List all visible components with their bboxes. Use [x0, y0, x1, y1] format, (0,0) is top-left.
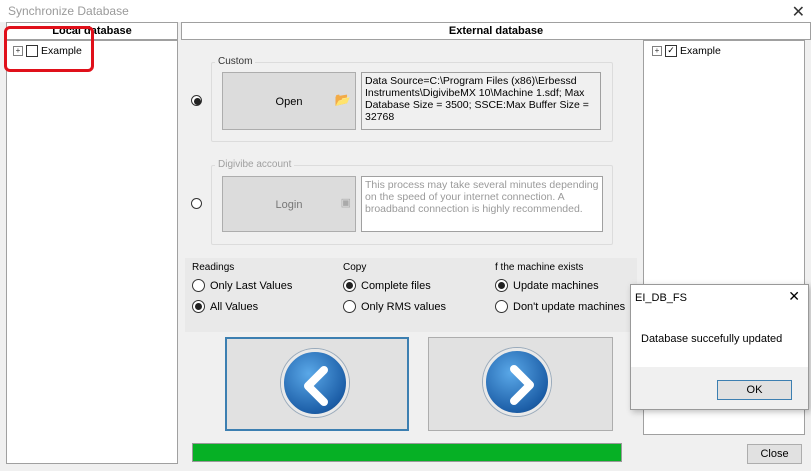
folder-icon: 📂 [334, 92, 351, 107]
window-title: Synchronize Database [8, 4, 129, 18]
digivibe-group-title: Digivibe account [215, 159, 295, 170]
option-label: All Values [210, 300, 259, 313]
open-button[interactable]: Open 📂 [222, 72, 356, 130]
dialog-close-icon[interactable]: ✕ [788, 288, 800, 305]
left-arrow-icon [281, 349, 349, 417]
open-label: Open [275, 96, 303, 108]
login-icon: ▣ [340, 197, 351, 209]
forward-button[interactable] [428, 337, 613, 431]
option-label: Don't update machines [513, 300, 626, 313]
local-tree-panel[interactable]: + Example [6, 40, 178, 464]
copy-group: Copy Complete files Only RMS values [343, 262, 446, 313]
readings-option-last[interactable]: Only Last Values [192, 279, 292, 292]
option-label: Complete files [361, 279, 431, 292]
tree-item-label: Example [680, 45, 721, 57]
progress-fill [193, 444, 621, 461]
message-dialog: EI_DB_FS ✕ Database succefully updated O… [630, 284, 809, 410]
login-button[interactable]: Login ▣ [222, 176, 356, 232]
radio-unselected[interactable] [192, 279, 205, 292]
machine-exists-group: f the machine exists Update machines Don… [495, 262, 625, 313]
radio-unselected[interactable] [495, 300, 508, 313]
digivibe-note-text: This process may take several minutes de… [361, 176, 603, 232]
dialog-title: EI_DB_FS [635, 292, 687, 304]
login-label: Login [275, 199, 303, 211]
machine-title: f the machine exists [495, 262, 584, 273]
digivibe-radio[interactable] [191, 198, 202, 209]
readings-group: Readings Only Last Values All Values [192, 262, 292, 313]
option-label: Update machines [513, 279, 599, 292]
radio-selected[interactable] [343, 279, 356, 292]
custom-radio[interactable] [191, 95, 202, 106]
option-label: Only RMS values [361, 300, 446, 313]
right-arrow-icon [483, 348, 551, 416]
radio-selected[interactable] [495, 279, 508, 292]
option-label: Only Last Values [210, 279, 293, 292]
copy-option-rms[interactable]: Only RMS values [343, 300, 446, 313]
window-close-icon[interactable]: ✕ [792, 2, 805, 22]
expand-icon[interactable]: + [652, 46, 662, 56]
close-button[interactable]: Close [747, 444, 802, 464]
machine-option-dont-update[interactable]: Don't update machines [495, 300, 625, 313]
connection-string-text: Data Source=C:\Program Files (x86)\Erbes… [361, 72, 601, 130]
readings-option-all[interactable]: All Values [192, 300, 292, 313]
custom-group-title: Custom [215, 56, 256, 67]
window-title-bar: Synchronize Database [0, 0, 811, 22]
copy-title: Copy [343, 262, 367, 273]
red-highlight-annotation [4, 26, 94, 72]
back-button[interactable] [225, 337, 409, 431]
radio-unselected[interactable] [343, 300, 356, 313]
ok-button[interactable]: OK [717, 380, 792, 400]
machine-option-update[interactable]: Update machines [495, 279, 625, 292]
checkbox-checked[interactable]: ✓ [665, 45, 677, 57]
dialog-message: Database succefully updated [641, 333, 783, 345]
external-tree-item-example[interactable]: + ✓ Example [652, 45, 721, 57]
progress-bar [192, 443, 622, 462]
copy-option-complete[interactable]: Complete files [343, 279, 446, 292]
radio-selected[interactable] [192, 300, 205, 313]
readings-title: Readings [192, 262, 235, 273]
external-database-header: External database [181, 22, 811, 40]
